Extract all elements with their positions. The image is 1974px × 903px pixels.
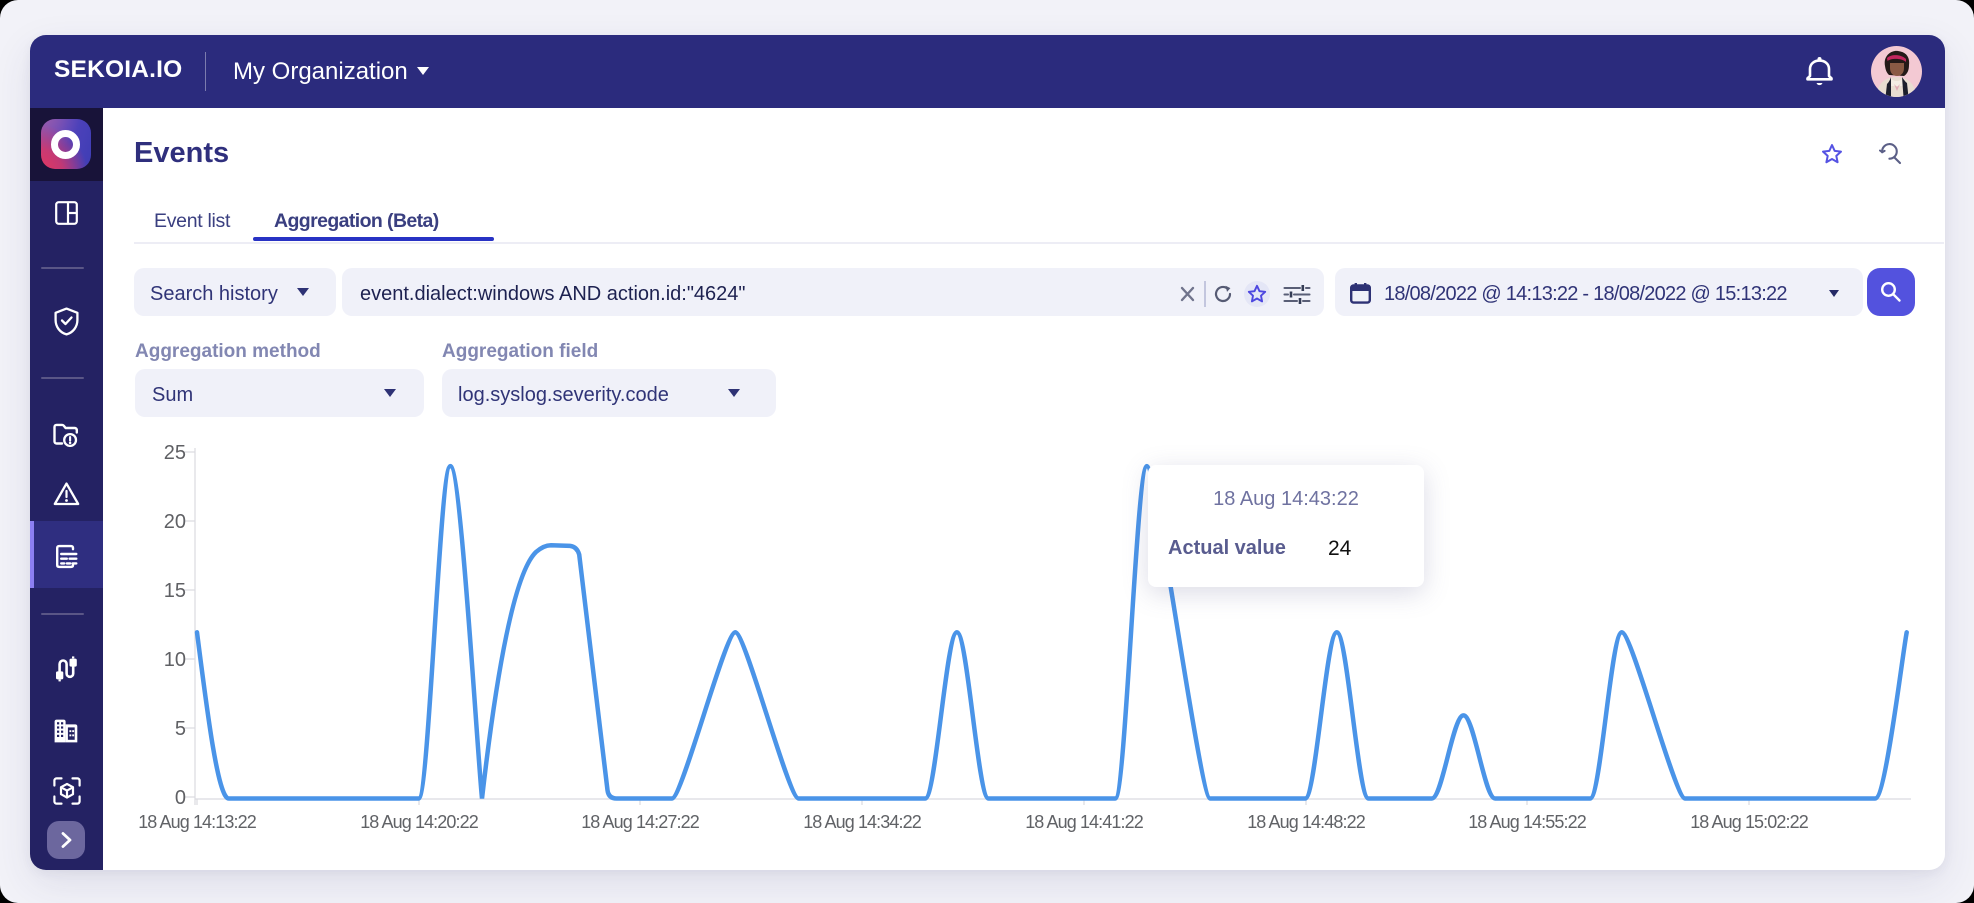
svg-text:18 Aug 14:27:22: 18 Aug 14:27:22 xyxy=(581,812,700,832)
svg-text:18 Aug 15:02:22: 18 Aug 15:02:22 xyxy=(1690,812,1809,832)
svg-text:20: 20 xyxy=(164,511,186,533)
svg-text:5: 5 xyxy=(175,718,186,740)
svg-text:25: 25 xyxy=(164,442,186,464)
svg-text:18 Aug 14:13:22: 18 Aug 14:13:22 xyxy=(138,812,257,832)
svg-text:10: 10 xyxy=(164,649,186,671)
svg-text:0: 0 xyxy=(175,787,186,809)
svg-text:18 Aug 14:20:22: 18 Aug 14:20:22 xyxy=(360,812,479,832)
svg-text:18 Aug 14:55:22: 18 Aug 14:55:22 xyxy=(1468,812,1587,832)
svg-text:18 Aug 14:48:22: 18 Aug 14:48:22 xyxy=(1247,812,1366,832)
svg-text:18 Aug 14:41:22: 18 Aug 14:41:22 xyxy=(1025,812,1144,832)
svg-text:18 Aug 14:34:22: 18 Aug 14:34:22 xyxy=(803,812,922,832)
svg-text:15: 15 xyxy=(164,580,186,602)
